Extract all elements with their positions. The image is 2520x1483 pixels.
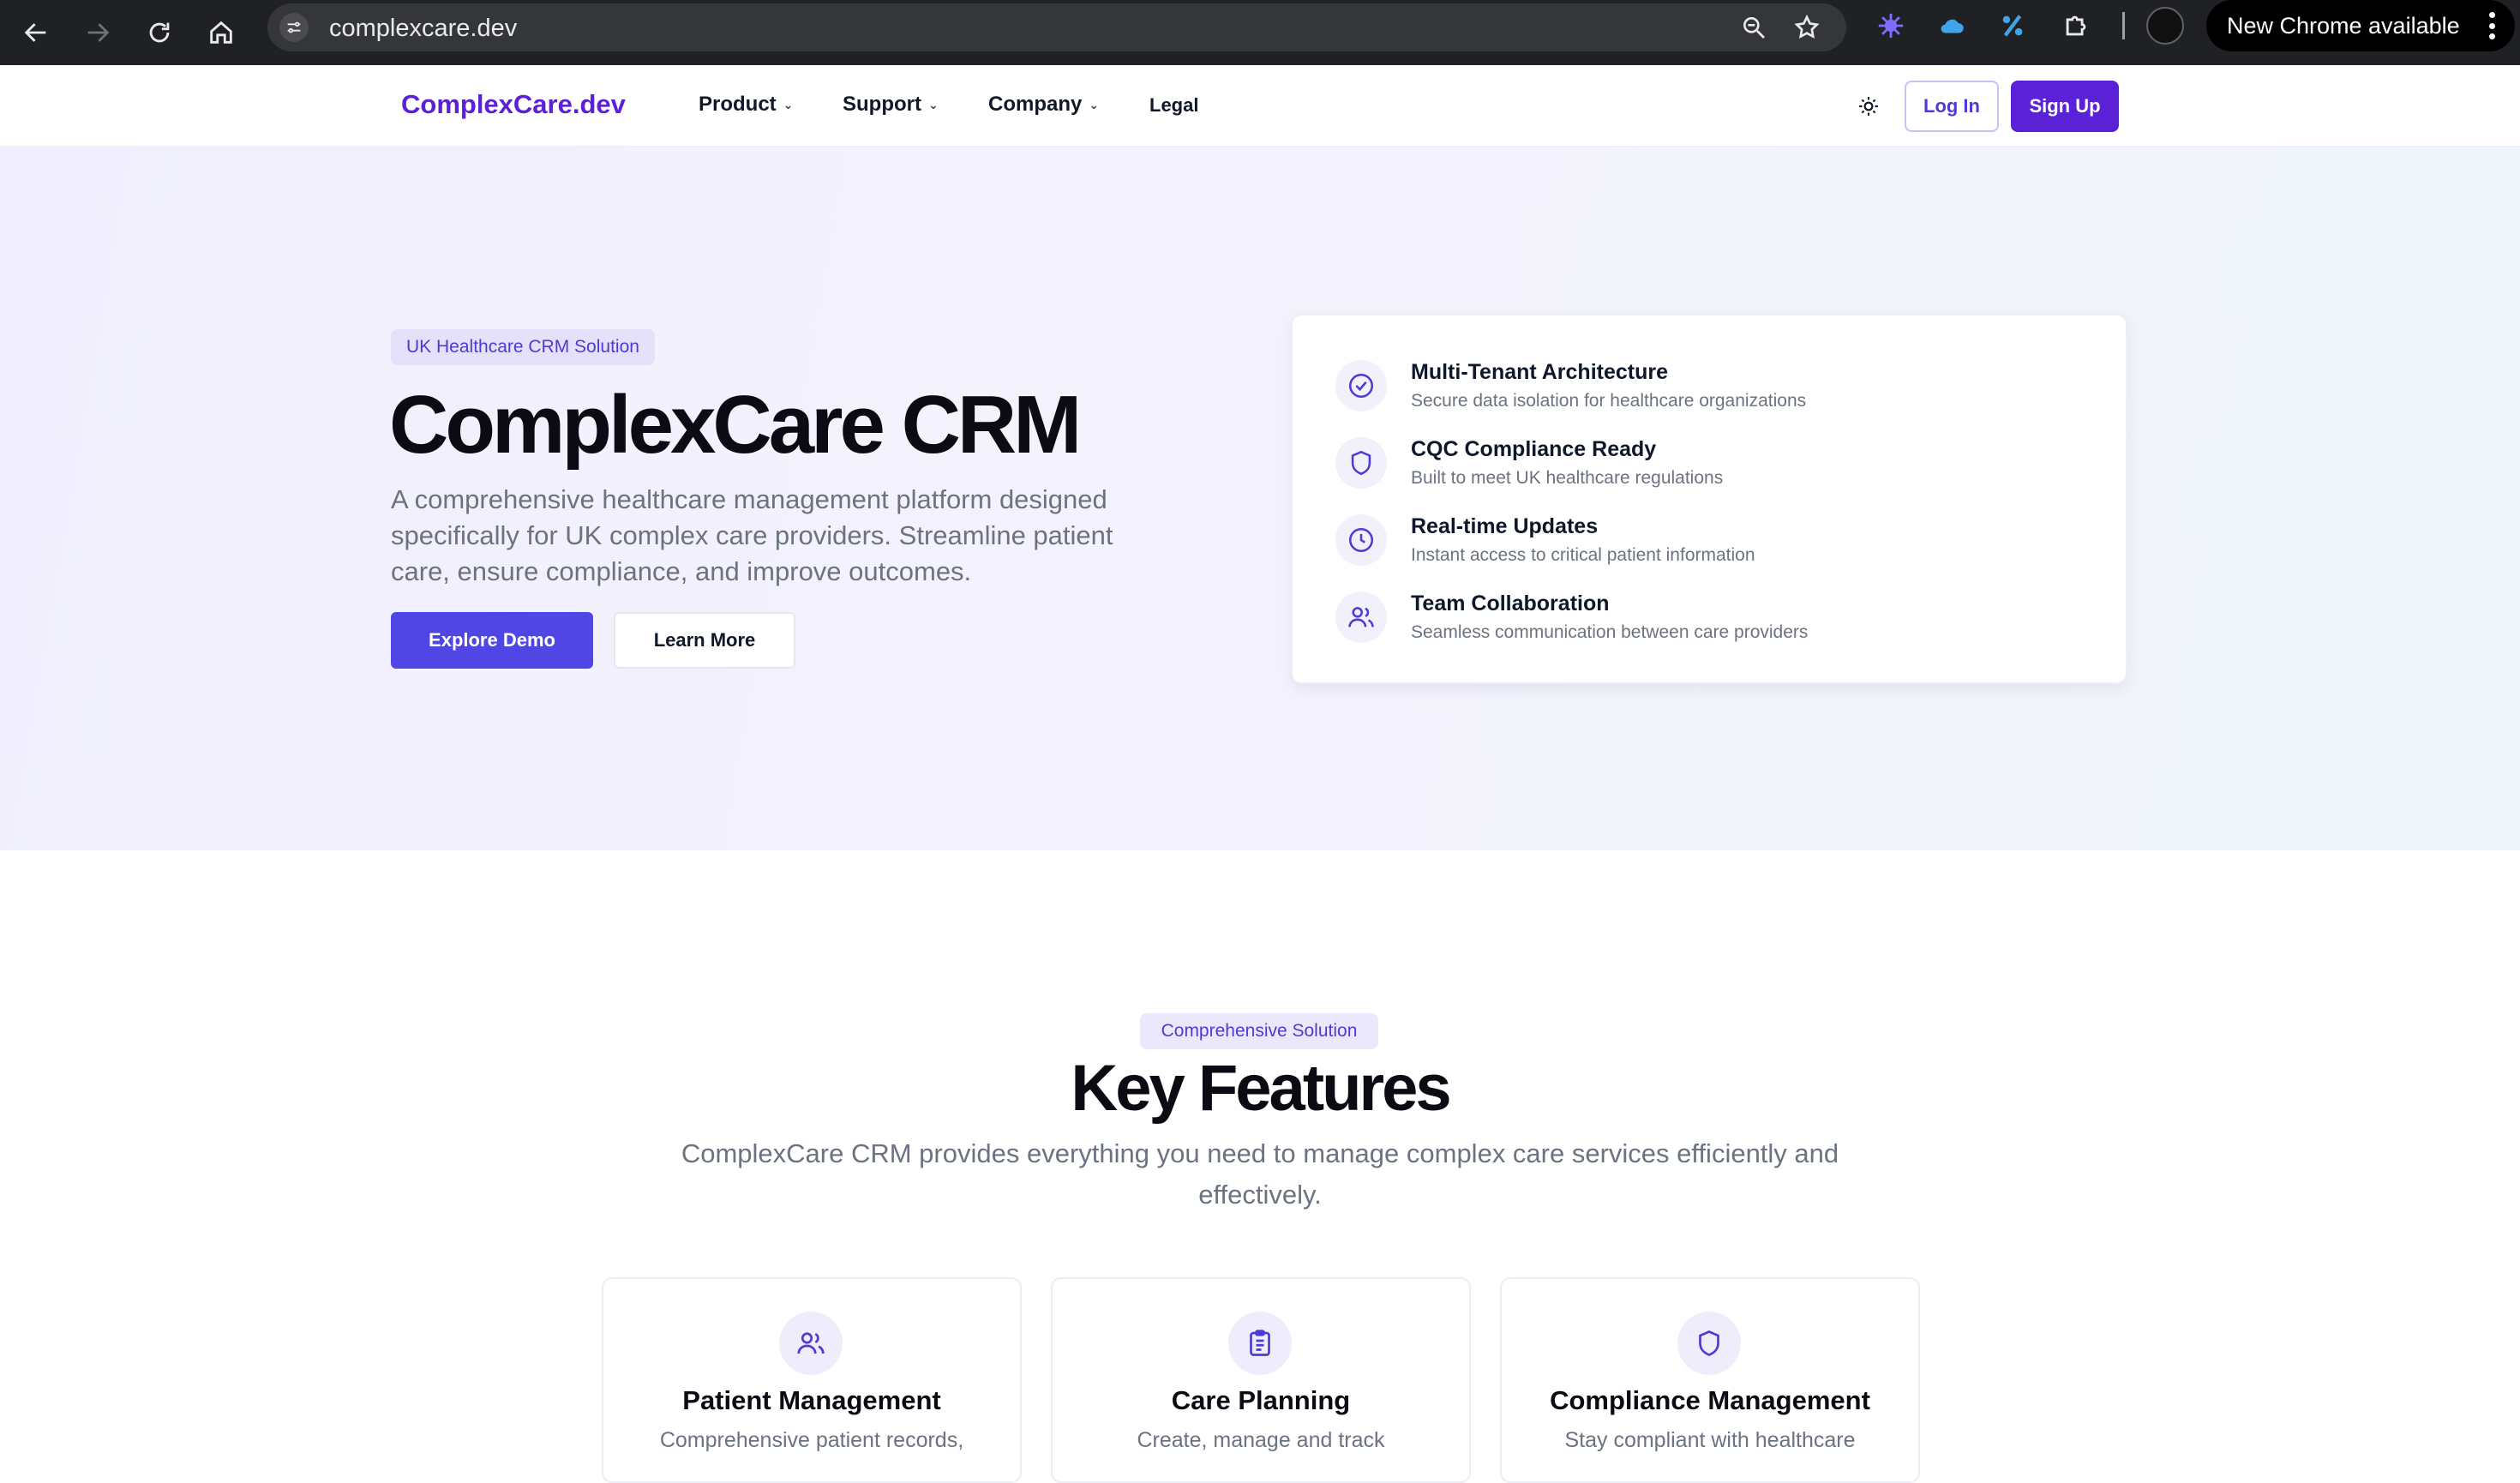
hero-feature-title: Multi-Tenant Architecture xyxy=(1411,360,1669,384)
reload-icon xyxy=(149,22,170,43)
hero-feature-title: Team Collaboration xyxy=(1411,591,1610,615)
browser-toolbar: complexcare.dev New Chrome available xyxy=(0,0,2520,65)
brand-logo[interactable]: ComplexCare.dev xyxy=(401,89,626,120)
profile-avatar[interactable] xyxy=(2146,7,2184,45)
extension-percent-icon[interactable] xyxy=(1990,3,2035,48)
extensions-puzzle-icon[interactable] xyxy=(2054,3,2098,48)
feature-card-title: Compliance Management xyxy=(1550,1385,1870,1415)
check-circle-icon xyxy=(1335,360,1387,411)
more-menu-icon[interactable] xyxy=(2489,12,2496,39)
url-text[interactable]: complexcare.dev xyxy=(329,15,517,43)
users-icon xyxy=(779,1312,843,1375)
site-header: ComplexCare.dev Product ⌄ Support ⌄ Comp… xyxy=(0,65,2520,147)
home-icon xyxy=(210,21,232,44)
login-button[interactable]: Log In xyxy=(1905,81,1999,132)
forward-arrow-icon xyxy=(87,23,110,42)
new-chrome-label: New Chrome available xyxy=(2227,12,2460,39)
back-button[interactable] xyxy=(12,9,60,57)
chevron-down-icon: ⌄ xyxy=(783,97,794,111)
feature-card-subtitle: Comprehensive patient records, xyxy=(659,1428,964,1452)
hero-feature-subtitle: Seamless communication between care prov… xyxy=(1411,622,1809,642)
address-bar[interactable]: complexcare.dev xyxy=(267,3,1846,51)
nav-legal[interactable]: Legal xyxy=(1149,94,1198,117)
hero-feature-item: Team Collaboration Seamless communicatio… xyxy=(1335,588,2090,648)
toolbar-divider xyxy=(2122,12,2125,39)
nav-product[interactable]: Product ⌄ xyxy=(699,93,793,117)
site-settings-icon[interactable] xyxy=(279,13,309,42)
feature-card-title: Patient Management xyxy=(682,1385,941,1415)
extension-cloud-icon[interactable] xyxy=(1930,3,1975,48)
extension-sparkle-icon[interactable] xyxy=(1869,3,1913,48)
hero-feature-subtitle: Instant access to critical patient infor… xyxy=(1411,545,1755,565)
key-features-title: Key Features xyxy=(1071,1052,1451,1125)
reload-button[interactable] xyxy=(135,9,183,57)
nav-support-label: Support xyxy=(843,93,921,116)
learn-more-button[interactable]: Learn More xyxy=(614,612,795,669)
shield-icon xyxy=(1335,437,1387,489)
nav-company[interactable]: Company ⌄ xyxy=(988,93,1099,117)
hero-feature-item: Real-time Updates Instant access to crit… xyxy=(1335,511,2090,571)
hero-feature-subtitle: Secure data isolation for healthcare org… xyxy=(1411,391,1807,411)
users-icon xyxy=(1335,591,1387,643)
hero-title: ComplexCare CRM xyxy=(389,379,1082,471)
hero-feature-card: Multi-Tenant Architecture Secure data is… xyxy=(1291,314,2127,684)
hero-feature-title: CQC Compliance Ready xyxy=(1411,437,1657,461)
forward-button[interactable] xyxy=(74,9,122,57)
feature-card-compliance-management[interactable]: Compliance Management Stay compliant wit… xyxy=(1500,1277,1920,1483)
clock-icon xyxy=(1335,514,1387,566)
nav-company-label: Company xyxy=(988,93,1083,116)
explore-demo-button[interactable]: Explore Demo xyxy=(391,612,593,669)
chevron-down-icon: ⌄ xyxy=(927,97,939,111)
bookmark-star-icon[interactable] xyxy=(1793,14,1821,45)
hero-feature-subtitle: Built to meet UK healthcare regulations xyxy=(1411,468,1724,488)
shield-icon xyxy=(1677,1312,1741,1375)
back-arrow-icon xyxy=(24,23,46,42)
sun-icon xyxy=(1859,97,1878,116)
theme-toggle-button[interactable] xyxy=(1853,91,1884,122)
feature-card-subtitle: Create, manage and track xyxy=(1137,1428,1385,1452)
feature-card-patient-management[interactable]: Patient Management Comprehensive patient… xyxy=(602,1277,1022,1483)
hero-badge: UK Healthcare CRM Solution xyxy=(391,329,655,365)
feature-card-subtitle: Stay compliant with healthcare xyxy=(1564,1428,1856,1452)
hero-feature-title: Real-time Updates xyxy=(1411,514,1599,538)
feature-card-care-planning[interactable]: Care Planning Create, manage and track xyxy=(1051,1277,1471,1483)
hero-feature-item: Multi-Tenant Architecture Secure data is… xyxy=(1335,357,2090,417)
chevron-down-icon: ⌄ xyxy=(1089,97,1100,111)
key-features-badge: Comprehensive Solution xyxy=(1140,1013,1378,1049)
nav-product-label: Product xyxy=(699,93,777,116)
nav-legal-label: Legal xyxy=(1149,94,1199,116)
nav-support[interactable]: Support ⌄ xyxy=(843,93,939,117)
feature-card-title: Care Planning xyxy=(1171,1385,1351,1415)
hero-feature-item: CQC Compliance Ready Built to meet UK he… xyxy=(1335,434,2090,494)
signup-button[interactable]: Sign Up xyxy=(2011,81,2119,132)
key-features-description: ComplexCare CRM provides everything you … xyxy=(681,1138,1839,1210)
hero-section: UK Healthcare CRM Solution ComplexCare C… xyxy=(0,147,2520,850)
hero-description: A comprehensive healthcare management pl… xyxy=(391,484,1113,586)
zoom-icon[interactable] xyxy=(1740,14,1767,45)
new-chrome-button[interactable]: New Chrome available xyxy=(2206,0,2515,51)
clipboard-icon xyxy=(1228,1312,1292,1375)
home-button[interactable] xyxy=(197,9,245,57)
